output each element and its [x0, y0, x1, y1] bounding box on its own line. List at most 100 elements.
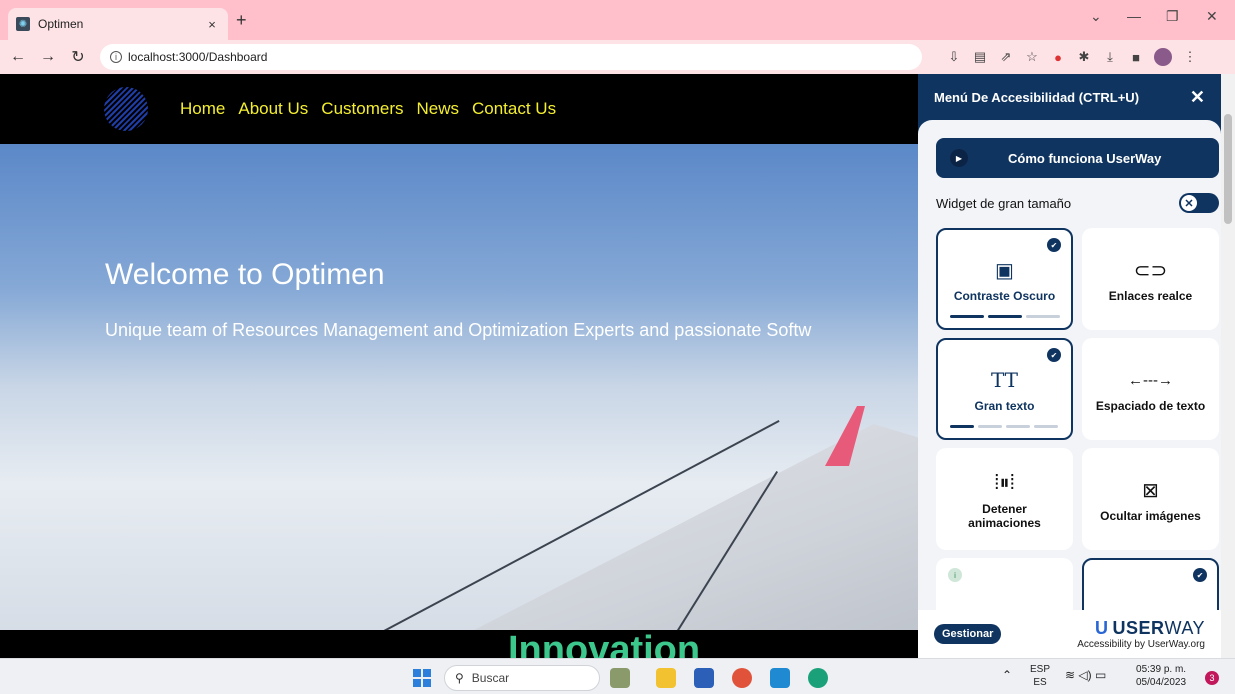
browser-tab[interactable]: ✺ Optimen ×	[8, 8, 228, 40]
windows-taskbar: ⚲ Buscar ⌃ ESP ES ≋ ◁) ▭ 05:39 p. m. 05/…	[0, 658, 1235, 694]
userway-u-icon: U	[1094, 618, 1109, 638]
card-label: Enlaces realce	[1108, 289, 1193, 303]
windows-start-icon[interactable]	[413, 669, 431, 687]
forward-arrow-icon[interactable]: →	[36, 48, 60, 66]
site-navbar: Home About Us Customers News Contact Us	[0, 74, 918, 144]
new-tab-button[interactable]: +	[236, 10, 247, 31]
userway-body: ▶ Cómo funciona UserWay Widget de gran t…	[918, 120, 1221, 658]
pause-animation-icon: ⁞⏸⁞	[993, 471, 1016, 494]
address-bar[interactable]: i localhost:3000/Dashboard	[100, 44, 922, 70]
link-icon: ⊂⊃	[1133, 259, 1168, 282]
card-hide-images[interactable]: ⊠ Ocultar imágenes	[1082, 448, 1219, 550]
translate-icon[interactable]: ▤	[972, 49, 988, 65]
website-viewport: Home About Us Customers News Contact Us …	[0, 74, 918, 658]
how-it-works-button[interactable]: ▶ Cómo funciona UserWay	[936, 138, 1219, 178]
side-panel-icon[interactable]: ■	[1128, 50, 1144, 65]
reload-icon[interactable]: ↻	[66, 47, 90, 67]
toggle-off-icon: ✕	[1181, 195, 1197, 211]
share-icon[interactable]: ⇗	[998, 49, 1014, 65]
hide-image-icon: ⊠	[1142, 479, 1159, 502]
nav-links: Home About Us Customers News Contact Us	[180, 99, 556, 119]
wifi-volume-battery-icon[interactable]: ≋ ◁) ▭	[1065, 669, 1106, 682]
play-icon: ▶	[950, 149, 968, 167]
hero-title: Welcome to Optimen	[105, 258, 385, 291]
nav-contact-us[interactable]: Contact Us	[472, 99, 556, 119]
extension-icons: ⇩ ▤ ⇗ ☆ ● ✱ ⤓ ■ ⋮	[946, 48, 1198, 66]
userway-title: Menú De Accesibilidad (CTRL+U)	[934, 89, 1140, 105]
tab-search-icon[interactable]: ⌄	[1090, 8, 1102, 25]
notification-badge[interactable]: 3	[1205, 671, 1219, 685]
install-app-icon[interactable]: ⇩	[946, 49, 962, 65]
profile-avatar[interactable]	[1154, 48, 1172, 66]
large-widget-toggle[interactable]: ✕	[1179, 193, 1219, 213]
search-icon: ⚲	[455, 671, 464, 685]
innovation-heading: Innovation	[508, 629, 701, 658]
tab-close-icon[interactable]: ×	[204, 17, 220, 32]
nav-home[interactable]: Home	[180, 99, 225, 119]
tray-expand-icon[interactable]: ⌃	[1002, 669, 1012, 682]
check-icon: ✔	[1047, 238, 1061, 252]
taskbar-search[interactable]: ⚲ Buscar	[444, 665, 600, 691]
info-icon: i	[948, 568, 962, 582]
tab-title: Optimen	[38, 17, 84, 31]
widgets-icon[interactable]	[610, 668, 630, 688]
chrome-icon[interactable]	[732, 668, 752, 688]
card-large-text[interactable]: ✔ TT Gran texto	[936, 338, 1073, 440]
card-label: Detener animaciones	[968, 502, 1041, 530]
extension-icon[interactable]: ●	[1050, 50, 1066, 65]
scrollbar-thumb[interactable]	[1224, 114, 1232, 224]
clock[interactable]: 05:39 p. m. 05/04/2023	[1136, 663, 1186, 689]
site-info-icon[interactable]: i	[110, 51, 122, 63]
file-explorer-icon[interactable]	[656, 668, 676, 688]
level-indicator	[950, 425, 1058, 428]
hero-subtitle: Unique team of Resources Management and …	[105, 320, 812, 340]
manage-button[interactable]: Gestionar	[934, 624, 1002, 644]
text-size-icon: TT	[990, 368, 1019, 392]
close-panel-icon[interactable]: ✕	[1190, 87, 1205, 108]
level-indicator	[950, 315, 1060, 318]
nav-news[interactable]: News	[416, 99, 459, 119]
card-label: Contraste Oscuro	[953, 289, 1056, 303]
monitor-icon: ▣	[995, 259, 1014, 282]
restore-icon[interactable]: ❐	[1166, 8, 1179, 25]
url-text: localhost:3000/Dashboard	[128, 50, 268, 64]
nav-customers[interactable]: Customers	[321, 99, 403, 119]
card-label: Gran texto	[974, 399, 1035, 413]
word-icon[interactable]	[694, 668, 714, 688]
browser-toolbar: ← → ↻ i localhost:3000/Dashboard ⇩ ▤ ⇗ ☆…	[0, 40, 1235, 74]
language-indicator[interactable]: ESP ES	[1030, 663, 1050, 689]
browser-tabstrip: ✺ Optimen × + ⌄ — ❐ ✕	[0, 0, 1235, 40]
optimen-logo[interactable]	[104, 87, 148, 131]
back-arrow-icon[interactable]: ←	[6, 48, 30, 66]
vscode-icon[interactable]	[770, 668, 790, 688]
check-icon: ✔	[1047, 348, 1061, 362]
puzzle-extensions-icon[interactable]: ✱	[1076, 49, 1092, 65]
check-icon: ✔	[1193, 568, 1207, 582]
card-text-spacing[interactable]: ←‑‑‑→ Espaciado de texto	[1082, 338, 1219, 440]
panel-scrollbar[interactable]	[1221, 74, 1235, 658]
react-favicon-icon: ✺	[16, 17, 30, 31]
userway-tagline: Accessibility by UserWay.org	[1077, 639, 1205, 650]
card-dark-contrast[interactable]: ✔ ▣ Contraste Oscuro	[936, 228, 1073, 330]
userway-footer: Gestionar U USERWAY Accessibility by User…	[918, 610, 1221, 658]
userway-logo: U USERWAY	[1094, 618, 1205, 638]
how-it-works-label: Cómo funciona UserWay	[1008, 150, 1162, 166]
card-stop-animations[interactable]: ⁞⏸⁞ Detener animaciones	[936, 448, 1073, 550]
search-label: Buscar	[471, 671, 510, 685]
nav-about-us[interactable]: About Us	[238, 99, 308, 119]
userway-panel: Menú De Accesibilidad (CTRL+U) ✕ ▶ Cómo …	[918, 74, 1235, 658]
card-highlight-links[interactable]: ⊂⊃ Enlaces realce	[1082, 228, 1219, 330]
card-label: Ocultar imágenes	[1100, 509, 1201, 523]
close-window-icon[interactable]: ✕	[1206, 8, 1218, 25]
card-label: Espaciado de texto	[1095, 399, 1206, 413]
download-icon[interactable]: ⤓	[1102, 49, 1118, 65]
large-widget-row: Widget de gran tamaño ✕	[936, 192, 1219, 214]
menu-kebab-icon[interactable]: ⋮	[1182, 49, 1198, 65]
minimize-icon[interactable]: —	[1127, 8, 1141, 24]
hero-banner: Welcome to Optimen Unique team of Resour…	[0, 144, 918, 630]
userway-header: Menú De Accesibilidad (CTRL+U) ✕	[918, 74, 1221, 120]
bookmark-star-icon[interactable]: ☆	[1024, 49, 1040, 65]
large-widget-label: Widget de gran tamaño	[936, 195, 1072, 211]
edge-icon[interactable]	[808, 668, 828, 688]
userway-brand[interactable]: U USERWAY Accessibility by UserWay.org	[1077, 618, 1205, 650]
